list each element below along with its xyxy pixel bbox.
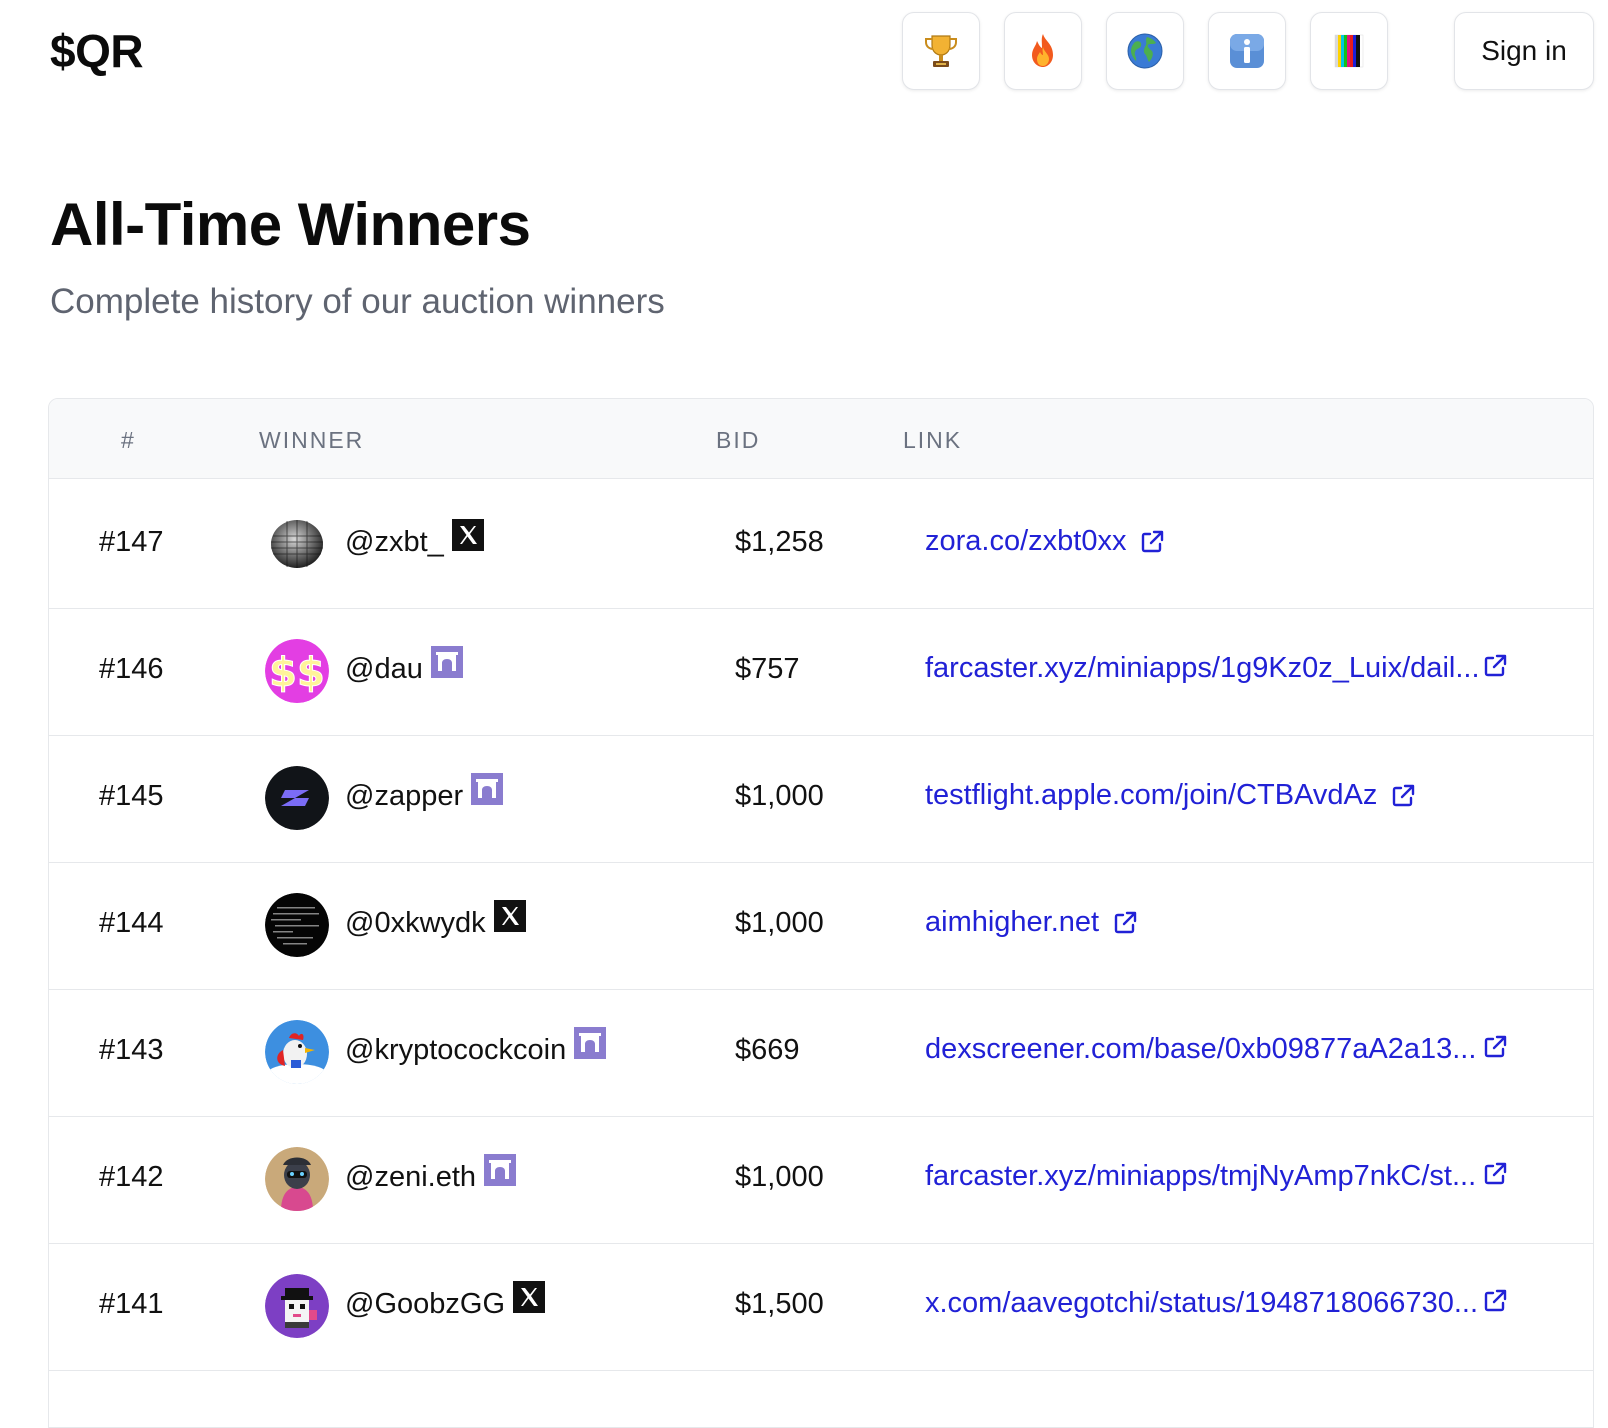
globe-icon [1127, 33, 1163, 69]
external-link-icon[interactable] [1138, 528, 1166, 556]
winner-link[interactable]: aimhigher.net [925, 906, 1139, 939]
winner-link[interactable]: zora.co/zxbt0xx [925, 525, 1166, 558]
link-text[interactable]: dexscreener.com/base/0xb09877aA2a13... [925, 1033, 1476, 1066]
winner-link[interactable]: farcaster.xyz/miniapps/1g9Kz0z_Luix/dail… [925, 652, 1480, 685]
x-icon[interactable] [451, 519, 484, 551]
winner-link[interactable]: dexscreener.com/base/0xb09877aA2a13... [925, 1033, 1476, 1066]
winner-link[interactable]: farcaster.xyz/miniapps/tmjNyAmp7nkC/st..… [925, 1160, 1476, 1193]
winner-name[interactable]: @kryptocockcoin [345, 1034, 566, 1067]
link-text[interactable]: testflight.apple.com/join/CTBAvdAz [925, 779, 1377, 812]
svg-text:$$: $$ [269, 650, 325, 696]
winner-handle[interactable]: @zapper [345, 773, 504, 813]
winner-name[interactable]: @zxbt_ [345, 526, 444, 559]
fire-icon [1032, 34, 1053, 67]
page-title: All-Time Winners [50, 191, 531, 258]
column-header-number: # [121, 427, 136, 453]
trophy-icon [925, 35, 957, 67]
table-row: #147 @zxbt_ $1,258 zora.co/zxbt0xx [49, 479, 1593, 609]
winner-handle[interactable]: @GoobzGG [345, 1281, 545, 1321]
rooster-hero-avatar [265, 1020, 329, 1084]
external-link-icon[interactable] [1481, 1160, 1509, 1188]
table-header: # WINNER BID LINK [49, 399, 1593, 479]
external-link-icon[interactable] [1389, 782, 1417, 810]
winner-link[interactable]: testflight.apple.com/join/CTBAvdAz [925, 779, 1417, 812]
link-text[interactable]: farcaster.xyz/miniapps/1g9Kz0z_Luix/dail… [925, 652, 1480, 685]
winners-table: # WINNER BID LINK #147 @zxbt_ $1,258 zor… [48, 398, 1594, 1428]
auction-number: #141 [99, 1288, 164, 1320]
table-row: #142 @zeni.eth $1,000 farcaster.xyz/mini… [49, 1114, 1593, 1244]
link-text[interactable]: x.com/aavegotchi/status/1948718066730... [925, 1287, 1478, 1320]
app-logo[interactable]: $QR [50, 24, 144, 78]
winner-name[interactable]: @zapper [345, 780, 463, 813]
table-row: #143 @kryptocockcoin $669 dexscreener.co… [49, 987, 1593, 1117]
winner-handle[interactable]: @0xkwydk [345, 900, 526, 940]
globe-button[interactable] [1106, 12, 1184, 90]
dotted-sphere-avatar [265, 512, 329, 576]
table-row: #141 @GoobzGG $1,500 x.com/aavegotchi/st… [49, 1241, 1593, 1371]
x-icon[interactable] [513, 1281, 545, 1313]
color-bars-icon [1334, 34, 1364, 68]
farcaster-icon[interactable] [574, 1027, 607, 1059]
winner-name[interactable]: @zeni.eth [345, 1161, 476, 1194]
farcaster-icon[interactable] [471, 773, 504, 805]
winner-handle[interactable]: @dau [345, 646, 463, 686]
link-text[interactable]: farcaster.xyz/miniapps/tmjNyAmp7nkC/st..… [925, 1160, 1476, 1193]
auction-number: #145 [99, 780, 164, 812]
winner-name[interactable]: @dau [345, 653, 423, 686]
info-button[interactable] [1208, 12, 1286, 90]
column-header-bid: BID [716, 427, 761, 453]
column-header-link: LINK [903, 427, 963, 453]
auction-number: #147 [99, 526, 164, 558]
color-bars-button[interactable] [1310, 12, 1388, 90]
table-row: #144 @0xkwydk $1,000 aimhigher.net [49, 860, 1593, 990]
external-link-icon[interactable] [1481, 652, 1509, 680]
auction-number: #144 [99, 907, 164, 939]
auction-number: #146 [99, 653, 164, 685]
external-link-icon[interactable] [1111, 909, 1139, 937]
bid-amount: $757 [735, 653, 800, 685]
trophy-button[interactable] [902, 12, 980, 90]
bid-amount: $1,000 [735, 907, 824, 939]
auction-number: #143 [99, 1034, 164, 1066]
info-icon [1230, 34, 1264, 68]
bid-amount: $1,000 [735, 780, 824, 812]
dollar-sign-avatar: $$ [265, 639, 329, 703]
auction-number: #142 [99, 1161, 164, 1193]
winner-name[interactable]: @0xkwydk [345, 907, 486, 940]
farcaster-icon[interactable] [430, 646, 463, 678]
external-link-icon[interactable] [1481, 1287, 1509, 1315]
winner-handle[interactable]: @zeni.eth [345, 1154, 517, 1194]
dark-text-avatar [265, 893, 329, 957]
sign-in-button[interactable]: Sign in [1454, 12, 1594, 90]
top-header: $QR Sign in [0, 0, 1608, 110]
page-subtitle: Complete history of our auction winners [50, 282, 665, 321]
table-row: #145 @zapper $1,000 testflight.apple.com… [49, 733, 1593, 863]
external-link-icon[interactable] [1481, 1033, 1509, 1061]
winner-link[interactable]: x.com/aavegotchi/status/1948718066730... [925, 1287, 1478, 1320]
bid-amount: $1,258 [735, 526, 824, 558]
link-text[interactable]: aimhigher.net [925, 906, 1099, 939]
zapper-logo-avatar [265, 766, 329, 830]
column-header-winner: WINNER [259, 427, 365, 453]
bid-amount: $1,500 [735, 1288, 824, 1320]
character-avatar [265, 1147, 329, 1211]
table-row: #146 $$ @dau $757 farcaster.xyz/miniapps… [49, 606, 1593, 736]
bid-amount: $1,000 [735, 1161, 824, 1193]
bid-amount: $669 [735, 1034, 800, 1066]
winner-handle[interactable]: @kryptocockcoin [345, 1027, 607, 1067]
fire-button[interactable] [1004, 12, 1082, 90]
winner-name[interactable]: @GoobzGG [345, 1288, 505, 1321]
pixel-ghost-avatar [265, 1274, 329, 1338]
link-text[interactable]: zora.co/zxbt0xx [925, 525, 1126, 558]
x-icon[interactable] [493, 900, 526, 932]
farcaster-icon[interactable] [484, 1154, 517, 1186]
winner-handle[interactable]: @zxbt_ [345, 519, 484, 559]
